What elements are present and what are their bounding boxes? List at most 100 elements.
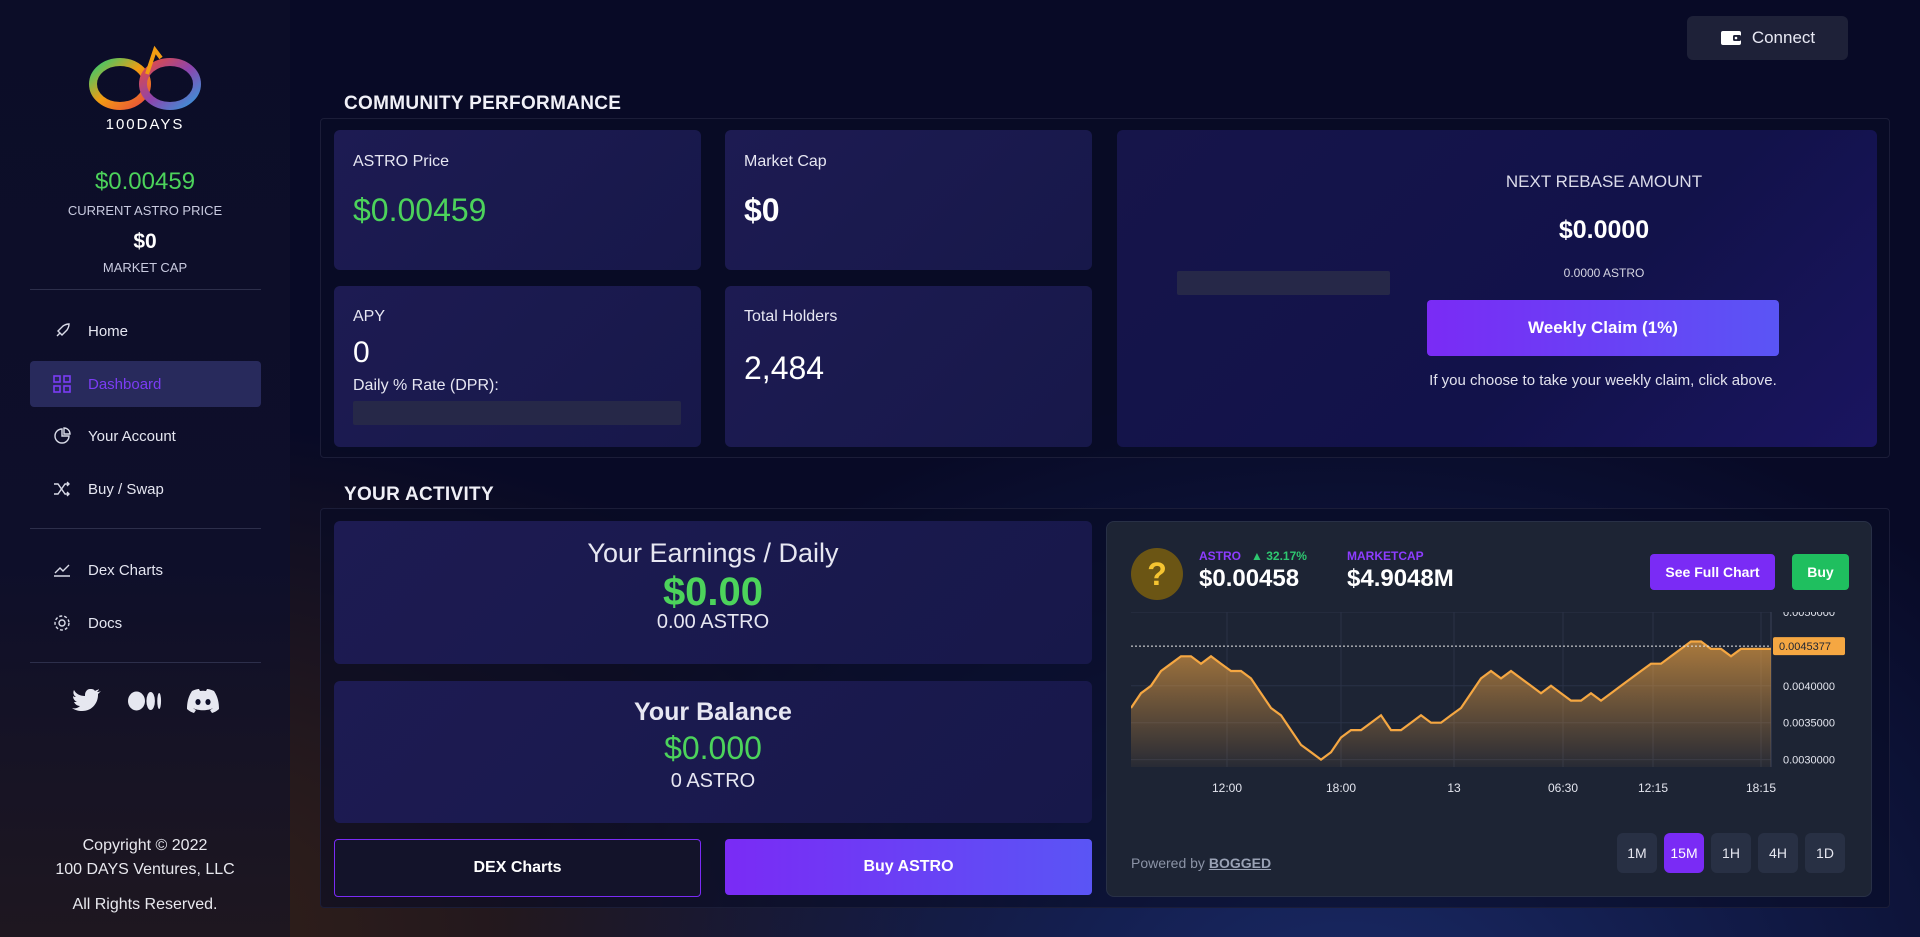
sidebar-item-label: Your Account bbox=[88, 427, 176, 445]
token-label: ASTRO bbox=[1199, 549, 1241, 563]
timeframe-1h-button[interactable]: 1H bbox=[1711, 833, 1751, 873]
sidebar-item-label: Dex Charts bbox=[88, 561, 164, 579]
marketcap-value: $4.9048M bbox=[1347, 565, 1454, 592]
sidebar: 100DAYS $0.00459 CURRENT ASTRO PRICE $0 … bbox=[0, 0, 290, 937]
x-tick-label: 13 bbox=[1447, 781, 1461, 795]
powered-by: Powered by BOGGED bbox=[1131, 855, 1271, 871]
earnings-label: Your Earnings / Daily bbox=[587, 538, 839, 568]
total-holders-value: 2,484 bbox=[744, 350, 825, 386]
token-price: $0.00458 bbox=[1199, 565, 1300, 592]
your-activity-title: YOUR ACTIVITY bbox=[344, 484, 494, 505]
sidebar-market-cap-label: MARKET CAP bbox=[102, 260, 188, 275]
see-full-chart-button[interactable]: See Full Chart bbox=[1650, 554, 1775, 590]
balance-astro: 0 ASTRO bbox=[670, 770, 756, 792]
sidebar-market-cap: $0 bbox=[133, 230, 157, 253]
sidebar-item-your-account[interactable]: Your Account bbox=[30, 413, 261, 459]
sidebar-item-dex-charts[interactable]: Dex Charts bbox=[30, 547, 261, 593]
balance-label: Your Balance bbox=[634, 698, 792, 726]
sidebar-item-label: Buy / Swap bbox=[88, 480, 164, 498]
sidebar-item-home[interactable]: Home bbox=[30, 308, 261, 354]
sidebar-divider bbox=[30, 662, 261, 663]
sidebar-item-label: Docs bbox=[88, 614, 123, 632]
balance-card: Your Balance $0.000 0 ASTRO bbox=[334, 681, 1092, 823]
market-cap-value: $0 bbox=[744, 192, 780, 228]
line-chart-icon bbox=[52, 560, 72, 580]
apy-card: APY 0 Daily % Rate (DPR): bbox=[334, 286, 701, 447]
triangle-up-icon: ▲ bbox=[1251, 549, 1263, 563]
timeframe-4h-button[interactable]: 4H bbox=[1758, 833, 1798, 873]
price-change-value: 32.17% bbox=[1266, 549, 1307, 563]
discord-icon[interactable] bbox=[186, 686, 220, 716]
pie-chart-icon bbox=[52, 426, 72, 446]
weekly-claim-button[interactable]: Weekly Claim (1%) bbox=[1427, 300, 1779, 356]
connect-wallet-button[interactable]: Connect bbox=[1687, 16, 1848, 60]
rebase-amount: $0.0000 bbox=[1558, 216, 1650, 244]
sidebar-item-docs[interactable]: Docs bbox=[30, 600, 261, 646]
astro-price-label: ASTRO Price bbox=[353, 153, 450, 170]
balance-usd: $0.000 bbox=[664, 730, 762, 766]
gear-icon bbox=[52, 613, 72, 633]
connect-label: Connect bbox=[1751, 28, 1816, 47]
wallet-icon bbox=[1720, 29, 1742, 47]
x-tick-label: 06:30 bbox=[1548, 781, 1578, 795]
sidebar-divider bbox=[30, 528, 261, 529]
social-links bbox=[70, 686, 220, 716]
total-holders-card: Total Holders 2,484 bbox=[725, 286, 1092, 447]
price-change: ▲ 32.17% bbox=[1251, 549, 1307, 563]
timeframe-15m-button[interactable]: 15M bbox=[1664, 833, 1704, 873]
x-tick-label: 12:00 bbox=[1212, 781, 1242, 795]
timeframe-1d-button[interactable]: 1D bbox=[1805, 833, 1845, 873]
market-cap-card: Market Cap $0 bbox=[725, 130, 1092, 270]
rebase-title: NEXT REBASE AMOUNT bbox=[1505, 172, 1703, 191]
sidebar-item-buy-swap[interactable]: Buy / Swap bbox=[30, 466, 261, 512]
dpr-loading-bar bbox=[353, 401, 681, 425]
rocket-icon bbox=[52, 321, 72, 341]
price-chart-widget: ? ASTRO ▲ 32.17% $0.00458 MARKETCAP $4.9… bbox=[1106, 521, 1872, 897]
y-tick-label: 0.0035000 bbox=[1783, 718, 1835, 730]
community-performance-title: COMMUNITY PERFORMANCE bbox=[344, 93, 622, 114]
twitter-icon[interactable] bbox=[70, 686, 104, 716]
x-tick-label: 18:00 bbox=[1326, 781, 1356, 795]
price-chart[interactable]: 12:00 18:00 13 06:30 12:15 18:15 0.0050000 0.00… bbox=[1131, 612, 1851, 812]
y-tick-label: 0.0050000 bbox=[1783, 612, 1835, 619]
dpr-label: Daily % Rate (DPR): bbox=[353, 377, 499, 394]
current-price-label: 0.0045377 bbox=[1779, 641, 1831, 653]
sidebar-current-price-label: CURRENT ASTRO PRICE bbox=[67, 203, 223, 218]
shuffle-icon bbox=[52, 479, 72, 499]
bogged-link[interactable]: BOGGED bbox=[1209, 855, 1271, 871]
grid-icon bbox=[52, 374, 72, 394]
copyright-line: Copyright © 2022 bbox=[82, 837, 208, 854]
buy-button[interactable]: Buy bbox=[1792, 554, 1849, 590]
x-tick-label: 12:15 bbox=[1638, 781, 1668, 795]
company-name: 100 DAYS Ventures, LLC bbox=[55, 861, 235, 878]
timeframe-1m-button[interactable]: 1M bbox=[1617, 833, 1657, 873]
x-tick-label: 18:15 bbox=[1746, 781, 1776, 795]
question-mark-icon: ? bbox=[1131, 548, 1183, 600]
market-cap-label: Market Cap bbox=[744, 153, 827, 170]
copyright: Copyright © 2022 100 DAYS Ventures, LLC bbox=[0, 834, 290, 882]
apy-label: APY bbox=[353, 308, 386, 325]
sidebar-item-dashboard[interactable]: Dashboard bbox=[30, 361, 261, 407]
dex-charts-button[interactable]: DEX Charts bbox=[334, 839, 701, 897]
earnings-card: Your Earnings / Daily $0.00 0.00 ASTRO bbox=[334, 521, 1092, 664]
marketcap-label: MARKETCAP bbox=[1347, 549, 1424, 563]
astro-price-card: ASTRO Price $0.00459 bbox=[334, 130, 701, 270]
astro-price-value: $0.00459 bbox=[353, 192, 487, 228]
powered-by-prefix: Powered by bbox=[1131, 855, 1205, 871]
apy-value: 0 bbox=[353, 336, 370, 369]
rebase-astro: 0.0000 ASTRO bbox=[1563, 266, 1645, 280]
rights-reserved: All Rights Reserved. bbox=[72, 896, 218, 913]
earnings-astro: 0.00 ASTRO bbox=[656, 611, 770, 633]
total-holders-label: Total Holders bbox=[744, 308, 838, 325]
sidebar-current-price: $0.00459 bbox=[94, 168, 196, 195]
medium-icon[interactable] bbox=[128, 686, 162, 716]
claim-note: If you choose to take your weekly claim,… bbox=[1429, 372, 1777, 389]
sidebar-item-label: Dashboard bbox=[88, 375, 162, 393]
logo[interactable]: 100DAYS bbox=[85, 44, 205, 136]
infinity-logo-icon bbox=[89, 45, 201, 110]
rebase-loading-bar bbox=[1177, 271, 1390, 295]
buy-astro-button[interactable]: Buy ASTRO bbox=[725, 839, 1092, 895]
earnings-usd: $0.00 bbox=[662, 570, 764, 614]
y-tick-label: 0.0040000 bbox=[1783, 681, 1835, 693]
logo-text: 100DAYS bbox=[105, 116, 185, 133]
